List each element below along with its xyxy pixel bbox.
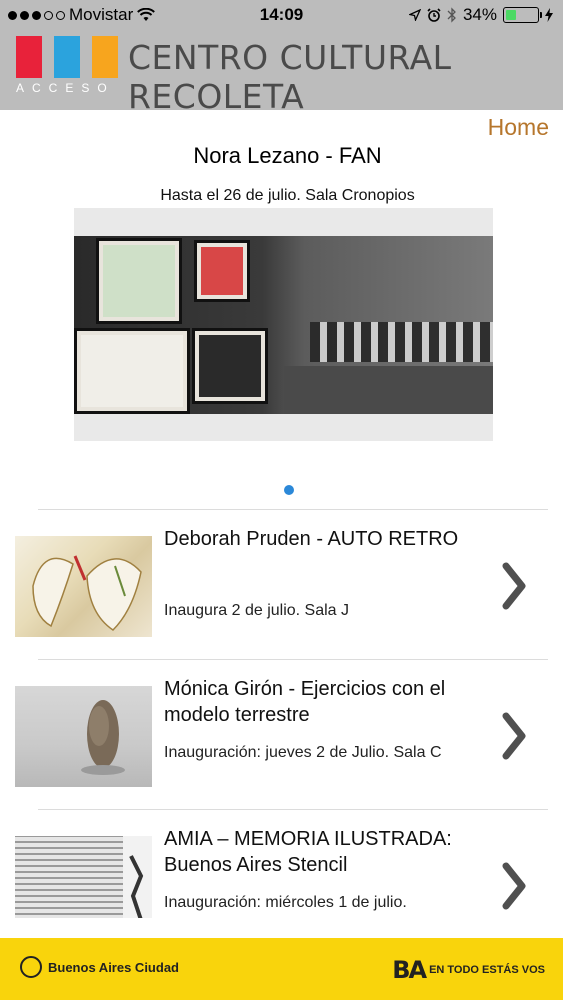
home-link[interactable]: Home [488,114,549,141]
frame-3 [74,328,190,414]
logo-subtitle: ACCESO [16,81,115,95]
city-seal-icon [20,956,42,978]
footer-left[interactable]: Buenos Aires Ciudad [20,956,179,978]
chevron-right-icon[interactable] [500,712,528,760]
gallery-photo [74,236,493,414]
logo-block-red [16,36,42,78]
list-divider [38,809,548,810]
alarm-icon [427,8,441,22]
item-thumbnail [15,836,152,918]
carousel-pager-dot[interactable] [284,485,294,495]
location-arrow-icon [408,9,421,21]
item-title: Deborah Pruden - AUTO RETRO [164,528,459,550]
frame-2 [194,240,250,302]
frame-1 [96,238,182,324]
item-title: Mónica Girón - Ejercicios con el modelo … [164,678,446,726]
item-subtitle: Inauguración: jueves 2 de Julio. Sala C [164,744,442,761]
status-bar: Movistar 14:09 34% [0,0,563,30]
ba-logo: BA [392,956,427,984]
item-subtitle: Inaugura 2 de julio. Sala J [164,602,350,619]
featured-title[interactable]: Nora Lezano - FAN [0,143,563,169]
bluetooth-icon [447,7,456,23]
photo-strip [310,322,493,362]
item-thumbnail [15,536,152,637]
footer-right-label: EN TODO ESTÁS VOS [429,964,545,976]
list-item[interactable]: Mónica Girón - Ejercicios con el modelo … [0,662,563,810]
gallery-floor [284,366,493,414]
list-divider [38,509,548,510]
ccr-logo [16,36,118,78]
app-header: ACCESO CENTRO CULTURAL RECOLETA [0,30,563,116]
item-subtitle: Inauguración: miércoles 1 de julio. [164,894,407,911]
frame-4 [192,328,268,404]
footer-bar: Buenos Aires Ciudad BA EN TODO ESTÁS VOS [0,938,563,1000]
logo-block-orange [92,36,118,78]
list-divider [38,659,548,660]
item-thumbnail [15,686,152,787]
chevron-right-icon[interactable] [500,562,528,610]
battery-fill [506,10,517,20]
battery-percent: 34% [462,5,497,24]
status-right: 34% [408,5,553,25]
list-item[interactable]: AMIA – MEMORIA ILUSTRADA: Buenos Aires S… [0,812,563,918]
chevron-right-icon[interactable] [500,862,528,910]
battery-icon [503,7,542,23]
charging-bolt-icon [545,8,553,22]
featured-image[interactable] [74,208,493,441]
featured-subtitle: Hasta el 26 de julio. Sala Cronopios [160,187,415,204]
list-item[interactable]: Deborah Pruden - AUTO RETRO Inaugura 2 d… [0,512,563,660]
brand-title: CENTRO CULTURAL RECOLETA [128,38,452,116]
footer-left-label: Buenos Aires Ciudad [48,959,179,975]
footer-right[interactable]: BA EN TODO ESTÁS VOS [392,956,545,984]
item-title: AMIA – MEMORIA ILUSTRADA: Buenos Aires S… [164,828,452,876]
logo-block-blue [54,36,80,78]
